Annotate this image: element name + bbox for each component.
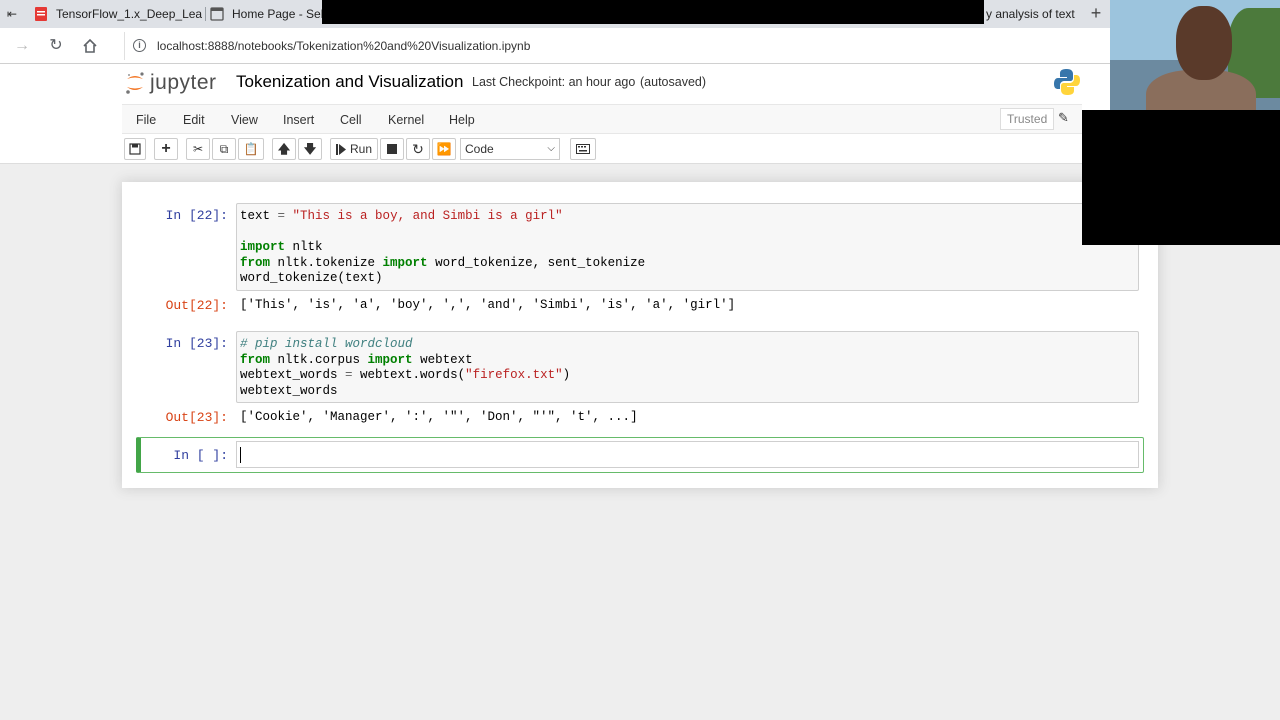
menubar-inner: File Edit View Insert Cell Kernel Help T… [122,104,1082,134]
autosave-status: (autosaved) [640,75,707,89]
home-icon[interactable] [80,36,100,56]
run-label: Run [349,142,372,156]
input-prompt: In [ ]: [173,448,228,463]
url-input[interactable]: i localhost:8888/notebooks/Tokenization%… [124,32,1114,60]
trusted-indicator[interactable]: Trusted [1000,108,1055,130]
text-cursor [240,447,241,463]
pencil-icon[interactable]: ✎ [1058,110,1069,126]
code-line: from nltk.corpus import webtext [240,352,473,367]
redacted-region [322,0,984,24]
restart-icon: ↻ [412,141,424,157]
move-down-button[interactable]: 🡇 [298,138,322,160]
input-prompt: In [23]: [165,336,228,351]
plus-icon: + [161,140,171,157]
browser-tab-title: y analysis of text [986,7,1075,21]
redacted-region [1082,110,1280,245]
cell-output: ['This', 'is', 'a', 'boy', ',', 'and', '… [240,298,736,312]
cut-button[interactable]: ✂ [186,138,210,160]
arrow-down-icon: 🡇 [303,142,317,156]
code-line: # pip install wordcloud [240,337,413,351]
jupyter-header: jupyter Tokenization and Visualization L… [0,64,1280,102]
browser-tab-tensorflow[interactable]: TensorFlow_1.x_Deep_Learn [26,2,202,26]
restart-run-all-button[interactable]: ⏩ [432,138,456,160]
active-code-input[interactable] [236,441,1139,468]
paste-button[interactable]: 📋 [238,138,264,160]
python-kernel-icon [1054,69,1080,95]
webcam-person-head [1176,6,1232,80]
floppy-icon [129,143,141,155]
tab-search-icon[interactable]: ⇤ [4,6,20,22]
menu-insert[interactable]: Insert [283,113,314,127]
jupyter-logo[interactable]: jupyter [124,68,217,98]
input-prompt: In [22]: [165,208,228,223]
stop-icon [387,144,397,154]
menu-cell[interactable]: Cell [340,113,362,127]
code-cell-input[interactable]: text = "This is a boy, and Simbi is a gi… [236,203,1139,291]
menu-view[interactable]: View [231,113,258,127]
code-cell-input[interactable]: # pip install wordcloud from nltk.corpus… [236,331,1139,403]
reload-icon[interactable]: ↻ [46,36,66,56]
cell-output: ['Cookie', 'Manager', ':', '"', 'Don', "… [240,410,638,424]
fast-forward-icon: ⏩ [436,142,452,156]
info-icon[interactable]: i [133,39,146,52]
copy-button[interactable]: ⧉ [212,138,236,160]
code-line: webtext_words = webtext.words("firefox.t… [240,368,571,383]
page-icon [210,7,224,21]
pdf-icon [35,7,47,21]
output-prompt: Out[23]: [165,410,228,425]
restart-button[interactable]: ↻ [406,138,430,160]
save-button[interactable] [124,138,146,160]
keyboard-icon [576,144,590,154]
command-palette-button[interactable] [570,138,596,160]
code-line: import nltk [240,240,323,255]
browser-tab-analysis[interactable]: y analysis of text [984,2,1080,26]
cell-type-value: Code [465,142,494,156]
code-editor[interactable]: text = "This is a boy, and Simbi is a gi… [237,204,1138,292]
arrow-up-icon: 🡅 [277,142,291,156]
checkpoint-status: Last Checkpoint: an hour ago [472,75,636,89]
menu-kernel[interactable]: Kernel [388,113,424,127]
browser-tab-title: Home Page - Sele [232,7,322,21]
scissors-icon: ✂ [192,142,204,156]
browser-tab-bar: ⇤ TensorFlow_1.x_Deep_Learn Home Page - … [0,0,1280,28]
menu-edit[interactable]: Edit [183,113,205,127]
run-button[interactable]: Run [330,138,378,160]
cell-type-select[interactable]: Code ⌵ [460,138,560,160]
browser-tab-title: TensorFlow_1.x_Deep_Learn [56,7,202,21]
insert-cell-button[interactable]: + [154,138,178,160]
jupyter-logo-icon [126,72,144,94]
code-line: text = "This is a boy, and Simbi is a gi… [240,209,563,223]
code-line: word_tokenize(text) [240,271,383,286]
new-tab-icon[interactable]: + [1084,2,1108,26]
menu-file[interactable]: File [136,113,156,127]
menu-help[interactable]: Help [449,113,475,127]
browser-tab-home[interactable]: Home Page - Sele [202,2,322,26]
address-bar: → ↻ i localhost:8888/notebooks/Tokenizat… [0,28,1280,64]
clipboard-icon: 📋 [243,142,259,156]
interrupt-button[interactable] [380,138,404,160]
output-prompt: Out[22]: [165,298,228,313]
copy-icon: ⧉ [219,142,229,156]
notebook-title[interactable]: Tokenization and Visualization [236,72,463,92]
step-forward-icon [335,143,346,155]
code-line: from nltk.tokenize import word_tokenize,… [240,255,646,270]
webcam-overlay [1110,0,1280,110]
chevron-down-icon: ⌵ [547,143,555,154]
code-editor[interactable]: # pip install wordcloud from nltk.corpus… [237,332,1138,404]
forward-arrow-icon[interactable]: → [12,36,32,56]
move-up-button[interactable]: 🡅 [272,138,296,160]
url-text: localhost:8888/notebooks/Tokenization%20… [157,39,531,53]
logo-text: jupyter [150,71,217,94]
code-line: webtext_words [240,383,338,398]
